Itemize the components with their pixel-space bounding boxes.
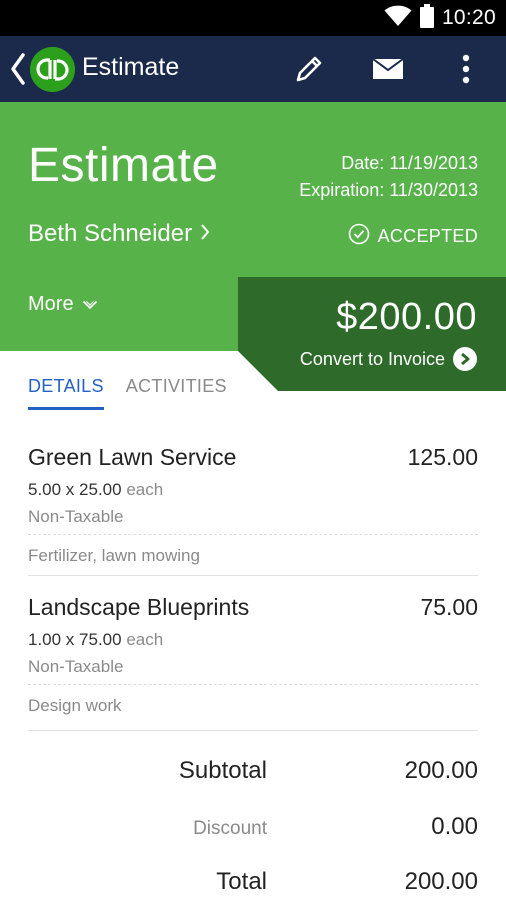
item-divider [28, 684, 478, 685]
item-quantity: 1.00 x 75.00 each [28, 630, 163, 650]
estimate-amount: $200.00 [336, 296, 477, 338]
estimate-date: Date: 11/19/2013 [341, 153, 478, 173]
wifi-icon [384, 5, 412, 32]
item-qty-value: 5.00 x 25.00 [28, 480, 122, 499]
customer-link[interactable]: Beth Schneider [28, 220, 210, 248]
chevron-right-icon [200, 220, 210, 248]
item-tax: Non-Taxable [28, 657, 124, 676]
app-title: Estimate [82, 53, 180, 81]
total-value: 200.00 [404, 868, 478, 895]
item-each: each [126, 630, 164, 649]
arrow-circle-right-icon [453, 347, 477, 371]
item-qty-value: 1.00 x 75.00 [28, 630, 122, 649]
item-amount: 125.00 [407, 444, 478, 470]
app-bar: Estimate [0, 36, 506, 102]
customer-name: Beth Schneider [28, 220, 193, 247]
item-description: Fertilizer, lawn mowing [28, 546, 200, 565]
convert-to-invoice-button[interactable]: Convert to Invoice [300, 347, 477, 371]
estimate-expiration: Expiration: 11/30/2013 [299, 180, 478, 200]
line-item[interactable]: Green Lawn Service 125.00 5.00 x 25.00 e… [28, 444, 478, 574]
quickbooks-logo[interactable] [30, 47, 75, 92]
total-label: Total [216, 868, 267, 895]
discount-label: Discount [193, 818, 267, 839]
item-amount: 75.00 [420, 594, 478, 620]
back-chevron-icon[interactable] [8, 52, 28, 86]
divider [28, 730, 478, 731]
status-bar: 10:20 [0, 0, 506, 36]
item-name: Landscape Blueprints [28, 594, 250, 620]
discount-value: 0.00 [431, 813, 478, 840]
item-quantity: 5.00 x 25.00 each [28, 480, 163, 500]
item-description: Design work [28, 696, 122, 715]
tab-activities[interactable]: ACTIVITIES [126, 376, 227, 410]
tab-bar: DETAILS ACTIVITIES [28, 376, 227, 410]
status-badge: ACCEPTED [348, 223, 478, 250]
battery-icon [419, 3, 434, 33]
line-item[interactable]: Landscape Blueprints 75.00 1.00 x 75.00 … [28, 594, 478, 724]
overflow-menu-icon[interactable] [446, 49, 486, 89]
item-name: Green Lawn Service [28, 444, 237, 470]
tab-details[interactable]: DETAILS [28, 376, 104, 410]
more-label: More [28, 293, 74, 315]
estimate-heading: Estimate [28, 139, 219, 192]
mail-icon[interactable] [368, 49, 408, 89]
subtotal-label: Subtotal [178, 757, 267, 784]
check-circle-icon [348, 223, 370, 250]
convert-label: Convert to Invoice [299, 348, 445, 369]
pencil-icon[interactable] [289, 49, 329, 89]
more-toggle[interactable]: More [28, 293, 98, 316]
status-time: 10:20 [441, 6, 496, 29]
item-each: each [126, 480, 164, 499]
divider [28, 575, 478, 576]
status-text: ACCEPTED [377, 226, 478, 246]
item-divider [28, 534, 478, 535]
subtotal-value: 200.00 [404, 757, 478, 784]
chevron-down-icon [82, 293, 98, 316]
item-tax: Non-Taxable [28, 507, 124, 526]
estimate-dates: Date: 11/19/2013 Expiration: 11/30/2013 [299, 150, 478, 204]
amount-card: $200.00 Convert to Invoice [238, 277, 506, 391]
amount-card-fold [238, 351, 278, 391]
